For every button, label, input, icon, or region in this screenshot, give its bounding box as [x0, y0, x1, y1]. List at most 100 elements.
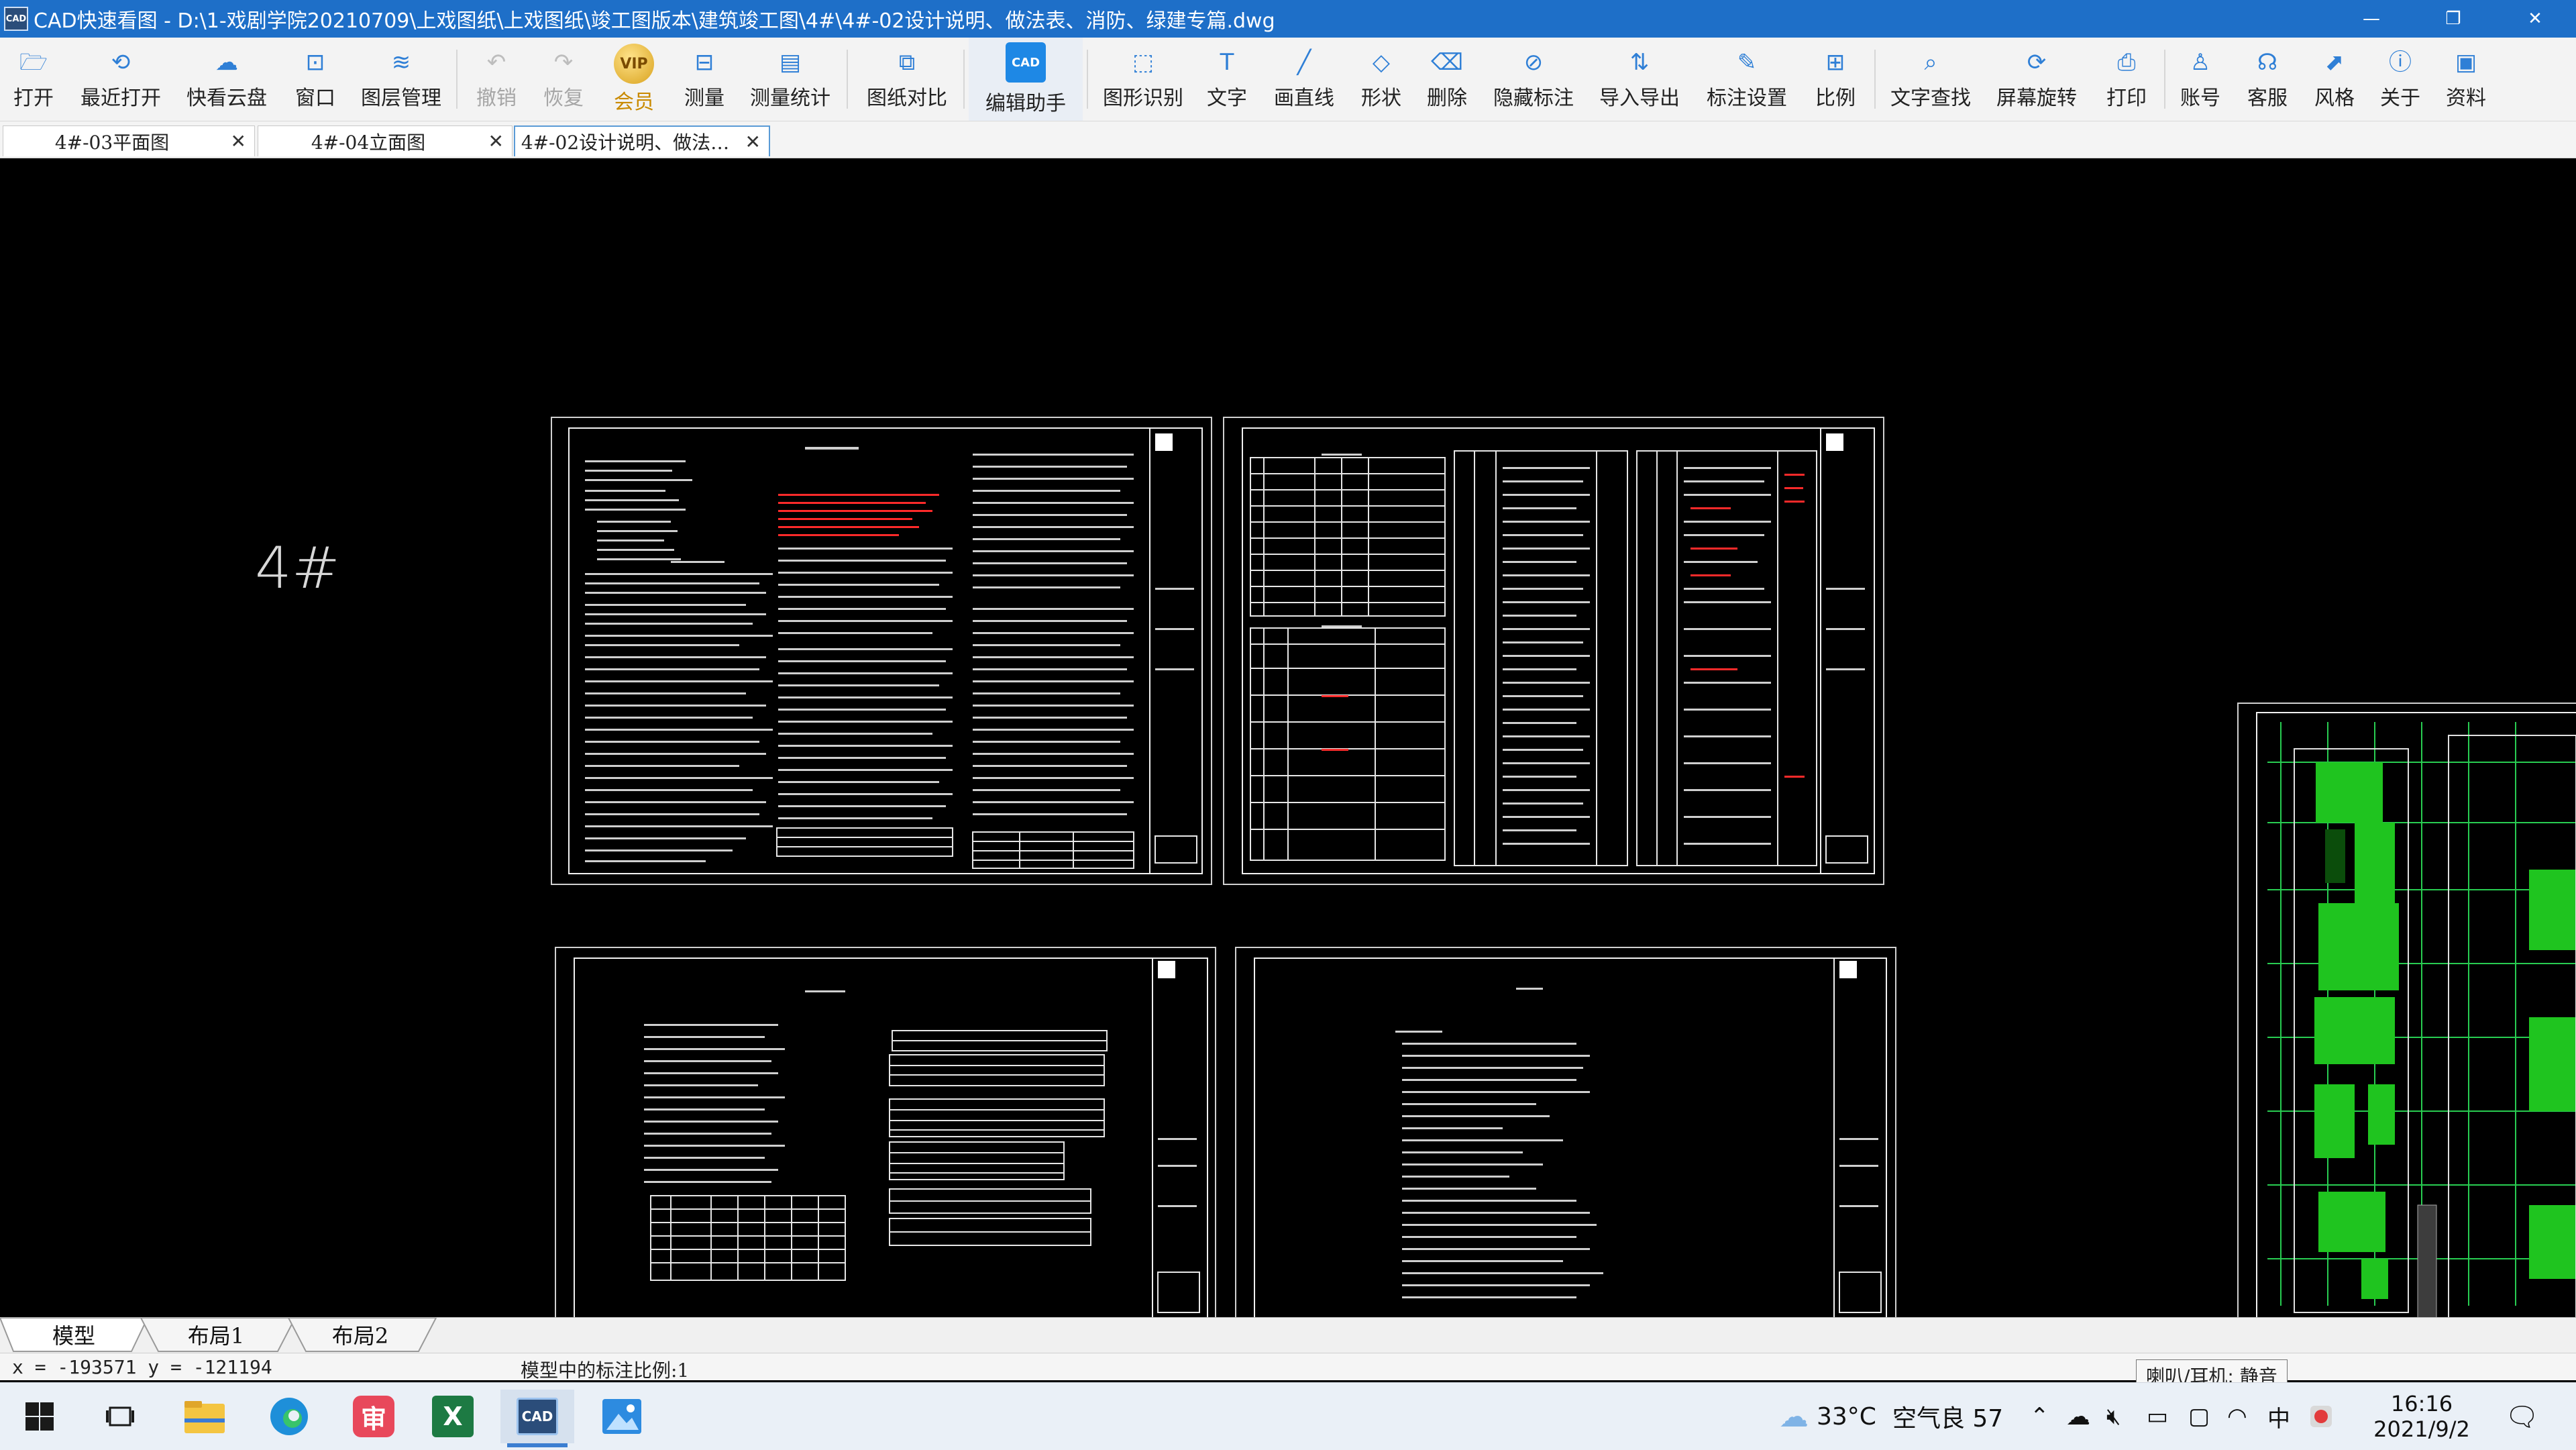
- shape-recognition-button[interactable]: ⬚ 图形识别: [1097, 38, 1189, 121]
- close-icon[interactable]: ✕: [231, 130, 246, 152]
- cloud-drive-button[interactable]: ☁ 快看云盘: [181, 38, 272, 121]
- support-label: 客服: [2247, 87, 2288, 110]
- import-export-button[interactable]: ⇅ 导入导出: [1594, 38, 1685, 121]
- layout-tab-layout1[interactable]: 布局1: [156, 1318, 276, 1351]
- tab-design-notes[interactable]: 4#-02设计说明、做法… ✕: [514, 125, 770, 156]
- window-button[interactable]: ⊡ 窗口: [282, 38, 349, 121]
- account-label: 账号: [2180, 87, 2220, 110]
- layout-tab-model[interactable]: 模型: [13, 1318, 134, 1351]
- weather-cloud-icon: ☁: [1779, 1399, 1809, 1434]
- vip-button[interactable]: VIP 会员: [600, 38, 667, 121]
- onedrive-cloud-icon[interactable]: ☁: [2066, 1383, 2090, 1450]
- toolbar-divider: [963, 50, 965, 109]
- weather-widget[interactable]: ☁ 33°C 空气良 57: [1779, 1383, 2003, 1450]
- tab-elevation[interactable]: 4#-04立面图 ✕: [258, 125, 513, 156]
- close-icon[interactable]: ✕: [488, 130, 504, 152]
- compare-drawings-button[interactable]: ⧉ 图纸对比: [861, 38, 953, 121]
- info-icon: ⓘ: [2389, 49, 2412, 76]
- windows-start-icon[interactable]: [3, 1390, 76, 1443]
- compare-icon: ⧉: [898, 49, 916, 76]
- measure-button[interactable]: ⊟ 测量: [671, 38, 738, 121]
- layer-manager-button[interactable]: ≋ 图层管理: [356, 38, 447, 121]
- compare-drawings-label: 图纸对比: [867, 87, 947, 110]
- drawing-sheet-3[interactable]: [555, 947, 1216, 1317]
- about-button[interactable]: ⓘ 关于: [2368, 38, 2432, 121]
- eraser-icon: ⌫: [1430, 49, 1464, 76]
- review-app-glyph: 审: [353, 1396, 394, 1437]
- recent-label: 最近打开: [80, 87, 161, 110]
- redo-button[interactable]: ↷ 恢复: [530, 38, 597, 121]
- docs-icon: ▣: [2455, 49, 2477, 76]
- rotate-screen-button[interactable]: ⟳ 屏幕旋转: [1991, 38, 2082, 121]
- shape-recognition-icon: ⬚: [1132, 49, 1155, 76]
- undo-button[interactable]: ↶ 撤销: [463, 38, 530, 121]
- account-button[interactable]: ♙ 账号: [2168, 38, 2233, 121]
- review-app-icon[interactable]: 审: [337, 1390, 411, 1443]
- printer-icon: ⎙: [2117, 49, 2136, 76]
- maximize-button[interactable]: ❐: [2412, 0, 2494, 38]
- folder-icon: 🗁: [19, 49, 48, 76]
- drawing-sheet-1[interactable]: [551, 318, 1212, 1024]
- close-icon[interactable]: ✕: [745, 131, 761, 153]
- file-explorer-icon[interactable]: [168, 1390, 241, 1443]
- text-icon: T: [1220, 49, 1234, 76]
- line-icon: ╱: [1297, 49, 1311, 76]
- minimize-button[interactable]: —: [2330, 0, 2412, 38]
- edge-browser-icon[interactable]: [252, 1390, 326, 1443]
- find-text-icon: ⌕: [1924, 49, 1937, 76]
- style-icon: ⬈: [2324, 49, 2345, 76]
- excel-icon[interactable]: X: [416, 1390, 490, 1443]
- drawing-sheet-2[interactable]: [1223, 417, 1884, 885]
- find-text-button[interactable]: ⌕ 文字查找: [1885, 38, 1976, 121]
- scale-button[interactable]: ⊞ 比例: [1802, 38, 1869, 121]
- docs-button[interactable]: ▣ 资料: [2434, 38, 2498, 121]
- text-button[interactable]: T 文字: [1197, 38, 1257, 121]
- drawing-svg: 4#: [255, 318, 2576, 1317]
- style-label: 风格: [2314, 87, 2355, 110]
- edit-assistant-button[interactable]: CAD 编辑助手: [969, 38, 1083, 121]
- eye-off-icon: ⊘: [1523, 49, 1544, 76]
- input-method-indicator[interactable]: 中: [2267, 1383, 2290, 1450]
- clock[interactable]: 16:16 2021/9/2: [2361, 1383, 2482, 1450]
- antivirus-tray-icon[interactable]: [2308, 1383, 2334, 1450]
- layer-manager-label: 图层管理: [361, 87, 441, 110]
- speaker-muted-icon[interactable]: 🔇︎: [2106, 1383, 2121, 1450]
- task-view-icon[interactable]: [83, 1390, 157, 1443]
- style-button[interactable]: ⬈ 风格: [2302, 38, 2367, 121]
- measure-stats-button[interactable]: ▤ 测量统计: [745, 38, 836, 121]
- wifi-icon[interactable]: ◠: [2227, 1383, 2247, 1450]
- title-bar: CAD CAD快速看图 - D:\1-戏剧学院20210709\上戏图纸\上戏图…: [0, 0, 2576, 38]
- layout-tab-layout2[interactable]: 布局2: [303, 1318, 417, 1351]
- photos-icon[interactable]: [585, 1390, 659, 1443]
- print-button[interactable]: ⎙ 打印: [2093, 38, 2160, 121]
- draw-line-button[interactable]: ╱ 画直线: [1264, 38, 1344, 121]
- redo-label: 恢复: [543, 87, 584, 110]
- close-button[interactable]: ✕: [2494, 0, 2576, 38]
- notification-center-icon[interactable]: 🗨︎: [2505, 1383, 2539, 1450]
- headset-icon: ☊: [2257, 49, 2278, 76]
- drawing-canvas[interactable]: 4#: [0, 158, 2576, 1317]
- battery-icon[interactable]: ▭: [2147, 1383, 2168, 1450]
- hide-annotations-button[interactable]: ⊘ 隐藏标注: [1488, 38, 1579, 121]
- annotation-settings-button[interactable]: ✎ 标注设置: [1701, 38, 1792, 121]
- show-hidden-icons-icon[interactable]: ⌃: [2030, 1383, 2049, 1450]
- cad-viewer-icon[interactable]: CAD: [500, 1390, 574, 1447]
- open-button[interactable]: 🗁 打开: [0, 38, 67, 121]
- tablet-mode-icon[interactable]: ▢: [2188, 1383, 2210, 1450]
- open-label: 打开: [13, 87, 54, 110]
- tab-label: 4#-02设计说明、做法…: [521, 132, 730, 154]
- drawing-sheet-4[interactable]: [1235, 947, 1896, 1317]
- clock-date: 2021/9/2: [2373, 1416, 2470, 1442]
- tab-floor-plan[interactable]: 4#-03平面图 ✕: [3, 125, 255, 156]
- import-export-label: 导入导出: [1599, 87, 1680, 110]
- shapes-button[interactable]: ◇ 形状: [1351, 38, 1411, 121]
- annotation-settings-icon: ✎: [1737, 49, 1757, 76]
- support-button[interactable]: ☊ 客服: [2235, 38, 2300, 121]
- vip-label: 会员: [614, 91, 654, 114]
- floor-plan-drawing[interactable]: [2237, 703, 2576, 1317]
- recent-button[interactable]: ⟲ 最近打开: [75, 38, 166, 121]
- print-label: 打印: [2106, 87, 2147, 110]
- delete-button[interactable]: ⌫ 删除: [1417, 38, 1477, 121]
- toolbar-divider: [847, 50, 848, 109]
- draw-line-label: 画直线: [1274, 87, 1334, 110]
